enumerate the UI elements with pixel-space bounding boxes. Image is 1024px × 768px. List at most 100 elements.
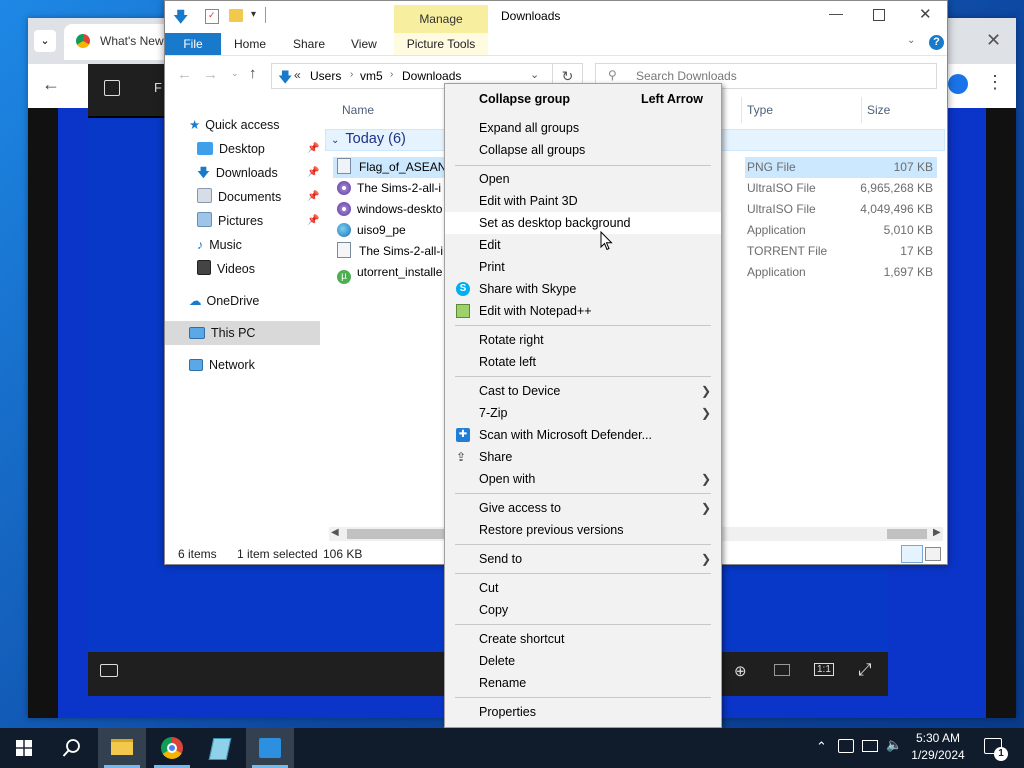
ribbon-expand-icon[interactable]: ⌄ [907,35,915,46]
scroll-right-icon[interactable]: ▶ [933,527,941,538]
file-row[interactable]: µ utorrent_installe [337,262,442,284]
qat-dropdown-icon[interactable]: ▾ [251,9,256,20]
crumb-users[interactable]: Users [310,69,341,83]
menu-item-properties[interactable]: Properties [445,701,721,723]
tab-share[interactable]: Share [293,33,325,55]
chrome-close-icon[interactable]: ✕ [986,30,1001,51]
up-icon[interactable]: ↑ [249,65,257,82]
tab-picture-tools[interactable]: Picture Tools [394,33,488,55]
forward-icon[interactable]: → [203,66,218,83]
quick-access-download-icon[interactable]: 🡇 [173,7,188,32]
menu-item-scan-with-defender[interactable]: ✚ Scan with Microsoft Defender... [445,424,721,446]
more-menu-icon[interactable]: ⋮ [986,72,1004,93]
file-row[interactable]: The Sims-2-all-i [337,241,443,262]
column-size[interactable]: Size [867,103,890,117]
menu-item-restore-previous-versions[interactable]: Restore previous versions [445,519,721,541]
menu-item-rotate-left[interactable]: Rotate left [445,351,721,373]
menu-item-create-shortcut[interactable]: Create shortcut [445,628,721,650]
close-button[interactable]: ✕ [919,5,932,23]
file-row[interactable]: Flag_of_ASEAN [337,157,446,178]
nav-quick-access[interactable]: ★ Quick access [189,113,280,137]
file-row[interactable]: The Sims-2-all-i [337,178,441,199]
back-icon[interactable]: ← [177,66,192,83]
tab-search-button[interactable]: ⌄ [34,30,56,52]
address-dropdown-icon[interactable]: ⌄ [530,68,539,81]
menu-item-edit-with-paint-3d[interactable]: Edit with Paint 3D [445,190,721,212]
taskbar-chrome[interactable] [148,728,196,768]
menu-item-copy[interactable]: Copy [445,599,721,621]
manage-tab[interactable]: Manage [394,5,488,33]
menu-item-open-with[interactable]: Open with ❯ [445,468,721,490]
file-row[interactable]: uiso9_pe [337,220,406,241]
volume-muted-icon[interactable]: 🔈 [886,737,902,753]
nav-network[interactable]: Network [189,353,255,377]
menu-item-share[interactable]: ⇪ Share [445,446,721,468]
large-icons-view-icon[interactable] [925,547,941,561]
tab-home[interactable]: Home [234,33,266,55]
back-arrow-icon[interactable]: ← [42,74,60,95]
file-row[interactable]: windows-deskto [337,199,442,220]
taskbar-file-explorer[interactable] [98,728,146,768]
show-hidden-icons-chevron-icon[interactable]: ⌃ [816,739,827,755]
nav-music[interactable]: ♪ Music [197,233,242,257]
clock[interactable]: 5:30 AM 1/29/2024 [902,730,974,764]
properties-icon[interactable]: ✓ [205,9,219,24]
menu-item-expand-all-groups[interactable]: Expand all groups [445,117,721,139]
menu-item-edit[interactable]: Edit [445,234,721,256]
nav-desktop[interactable]: Desktop 📌 [197,137,321,161]
menu-item-rename[interactable]: Rename [445,672,721,694]
new-folder-icon[interactable] [229,9,243,22]
menu-item-share-with-skype[interactable]: S Share with Skype [445,278,721,300]
details-view-icon[interactable] [901,545,923,563]
pin-icon[interactable]: 📌 [307,161,319,185]
nav-videos[interactable]: Videos [197,257,255,281]
pin-icon[interactable]: 📌 [307,137,319,161]
scroll-left-icon[interactable]: ◀ [331,527,339,538]
menu-item-7-zip[interactable]: 7-Zip ❯ [445,402,721,424]
menu-item-give-access-to[interactable]: Give access to ❯ [445,497,721,519]
maximize-button[interactable] [873,9,885,21]
fit-screen-icon[interactable] [774,664,790,676]
pin-icon[interactable]: 📌 [307,209,319,233]
menu-item-open[interactable]: Open [445,168,721,190]
crumb-vm5[interactable]: vm5 [360,69,383,83]
nav-this-pc[interactable]: This PC [189,321,255,345]
scrollbar-thumb-segment[interactable] [887,529,927,539]
menu-item-set-as-desktop-background[interactable]: Set as desktop background [445,212,721,234]
column-type[interactable]: Type [747,103,773,117]
taskbar-photos[interactable] [246,728,294,768]
recent-locations-icon[interactable]: ⌄ [231,68,239,79]
nav-pictures[interactable]: Pictures 📌 [197,209,321,233]
help-icon[interactable]: ? [929,35,944,50]
menu-item-edit-with-notepad-plus-plus[interactable]: Edit with Notepad++ [445,300,721,322]
menu-item-rotate-right[interactable]: Rotate right [445,329,721,351]
filmstrip-icon[interactable] [100,664,118,677]
group-header[interactable]: ⌄ Today (6) [331,131,406,147]
menu-item-collapse-group[interactable]: Collapse group Left Arrow [445,88,721,110]
tab-file[interactable]: File [165,33,221,55]
menu-item-collapse-all-groups[interactable]: Collapse all groups [445,139,721,161]
network-tray-icon[interactable] [862,740,878,752]
menu-item-delete[interactable]: Delete [445,650,721,672]
menu-item-cut[interactable]: Cut [445,577,721,599]
image-icon[interactable] [104,80,120,96]
menu-item-cast-to-device[interactable]: Cast to Device ❯ [445,380,721,402]
nav-onedrive[interactable]: ☁ OneDrive [189,289,259,313]
start-button[interactable] [0,728,48,768]
nav-documents[interactable]: Documents 📌 [197,185,321,209]
taskbar-notepad-app[interactable] [196,728,244,768]
profile-avatar[interactable] [948,74,968,94]
actual-size-icon[interactable]: 1:1 [814,663,834,676]
search-taskbar-button[interactable] [48,728,96,768]
address-overflow[interactable]: « [294,68,301,82]
fullscreen-icon[interactable]: ⤢ [858,660,872,680]
menu-item-send-to[interactable]: Send to ❯ [445,548,721,570]
tab-view[interactable]: View [351,33,377,55]
minimize-button[interactable]: — [829,5,843,21]
crumb-downloads[interactable]: Downloads [402,69,461,83]
zoom-in-icon[interactable]: ⊕ [734,662,747,680]
security-tray-icon[interactable] [838,739,854,753]
nav-downloads[interactable]: 🡇 Downloads 📌 [197,161,321,185]
pin-icon[interactable]: 📌 [307,185,319,209]
chrome-tab[interactable]: What's New [64,24,170,60]
